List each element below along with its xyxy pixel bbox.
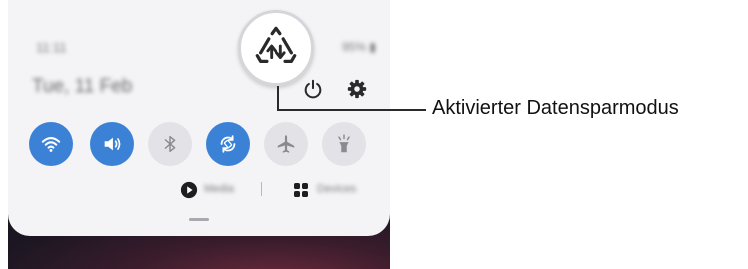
airplane-icon (277, 135, 295, 153)
divider (261, 182, 262, 196)
bluetooth-toggle[interactable] (148, 122, 192, 166)
sound-icon (104, 137, 121, 151)
battery-status: 95% ▮ (342, 40, 376, 54)
data-saver-icon (255, 26, 297, 64)
auto-rotate-toggle[interactable] (206, 122, 250, 166)
flashlight-toggle[interactable] (322, 122, 366, 166)
media-label[interactable]: Media (204, 183, 234, 195)
auto-rotate-icon (220, 135, 236, 153)
play-icon[interactable] (180, 181, 198, 199)
panel-drag-handle[interactable] (189, 218, 209, 221)
bluetooth-icon (164, 135, 176, 153)
devices-icon[interactable] (293, 182, 309, 198)
flashlight-icon (338, 134, 350, 153)
power-icon[interactable] (302, 78, 324, 100)
devices-label[interactable]: Devices (317, 183, 356, 195)
callout-line-horizontal (277, 109, 426, 111)
status-time: 11:11 (36, 40, 67, 55)
wifi-icon (41, 137, 61, 152)
date-label: Tue, 11 Feb (32, 76, 133, 97)
phone-screen: 11:11 95% ▮ Tue, 11 Feb Media Devices (8, 0, 390, 269)
settings-gear-icon[interactable] (346, 78, 368, 100)
callout-label: Aktivierter Datensparmodus (432, 97, 679, 119)
wifi-toggle[interactable] (29, 122, 73, 166)
callout-line-vertical (277, 86, 279, 111)
sound-toggle[interactable] (90, 122, 134, 166)
magnified-data-saver-tile (238, 10, 314, 86)
airplane-toggle[interactable] (264, 122, 308, 166)
quick-settings-panel: 11:11 95% ▮ Tue, 11 Feb Media Devices (8, 0, 390, 236)
